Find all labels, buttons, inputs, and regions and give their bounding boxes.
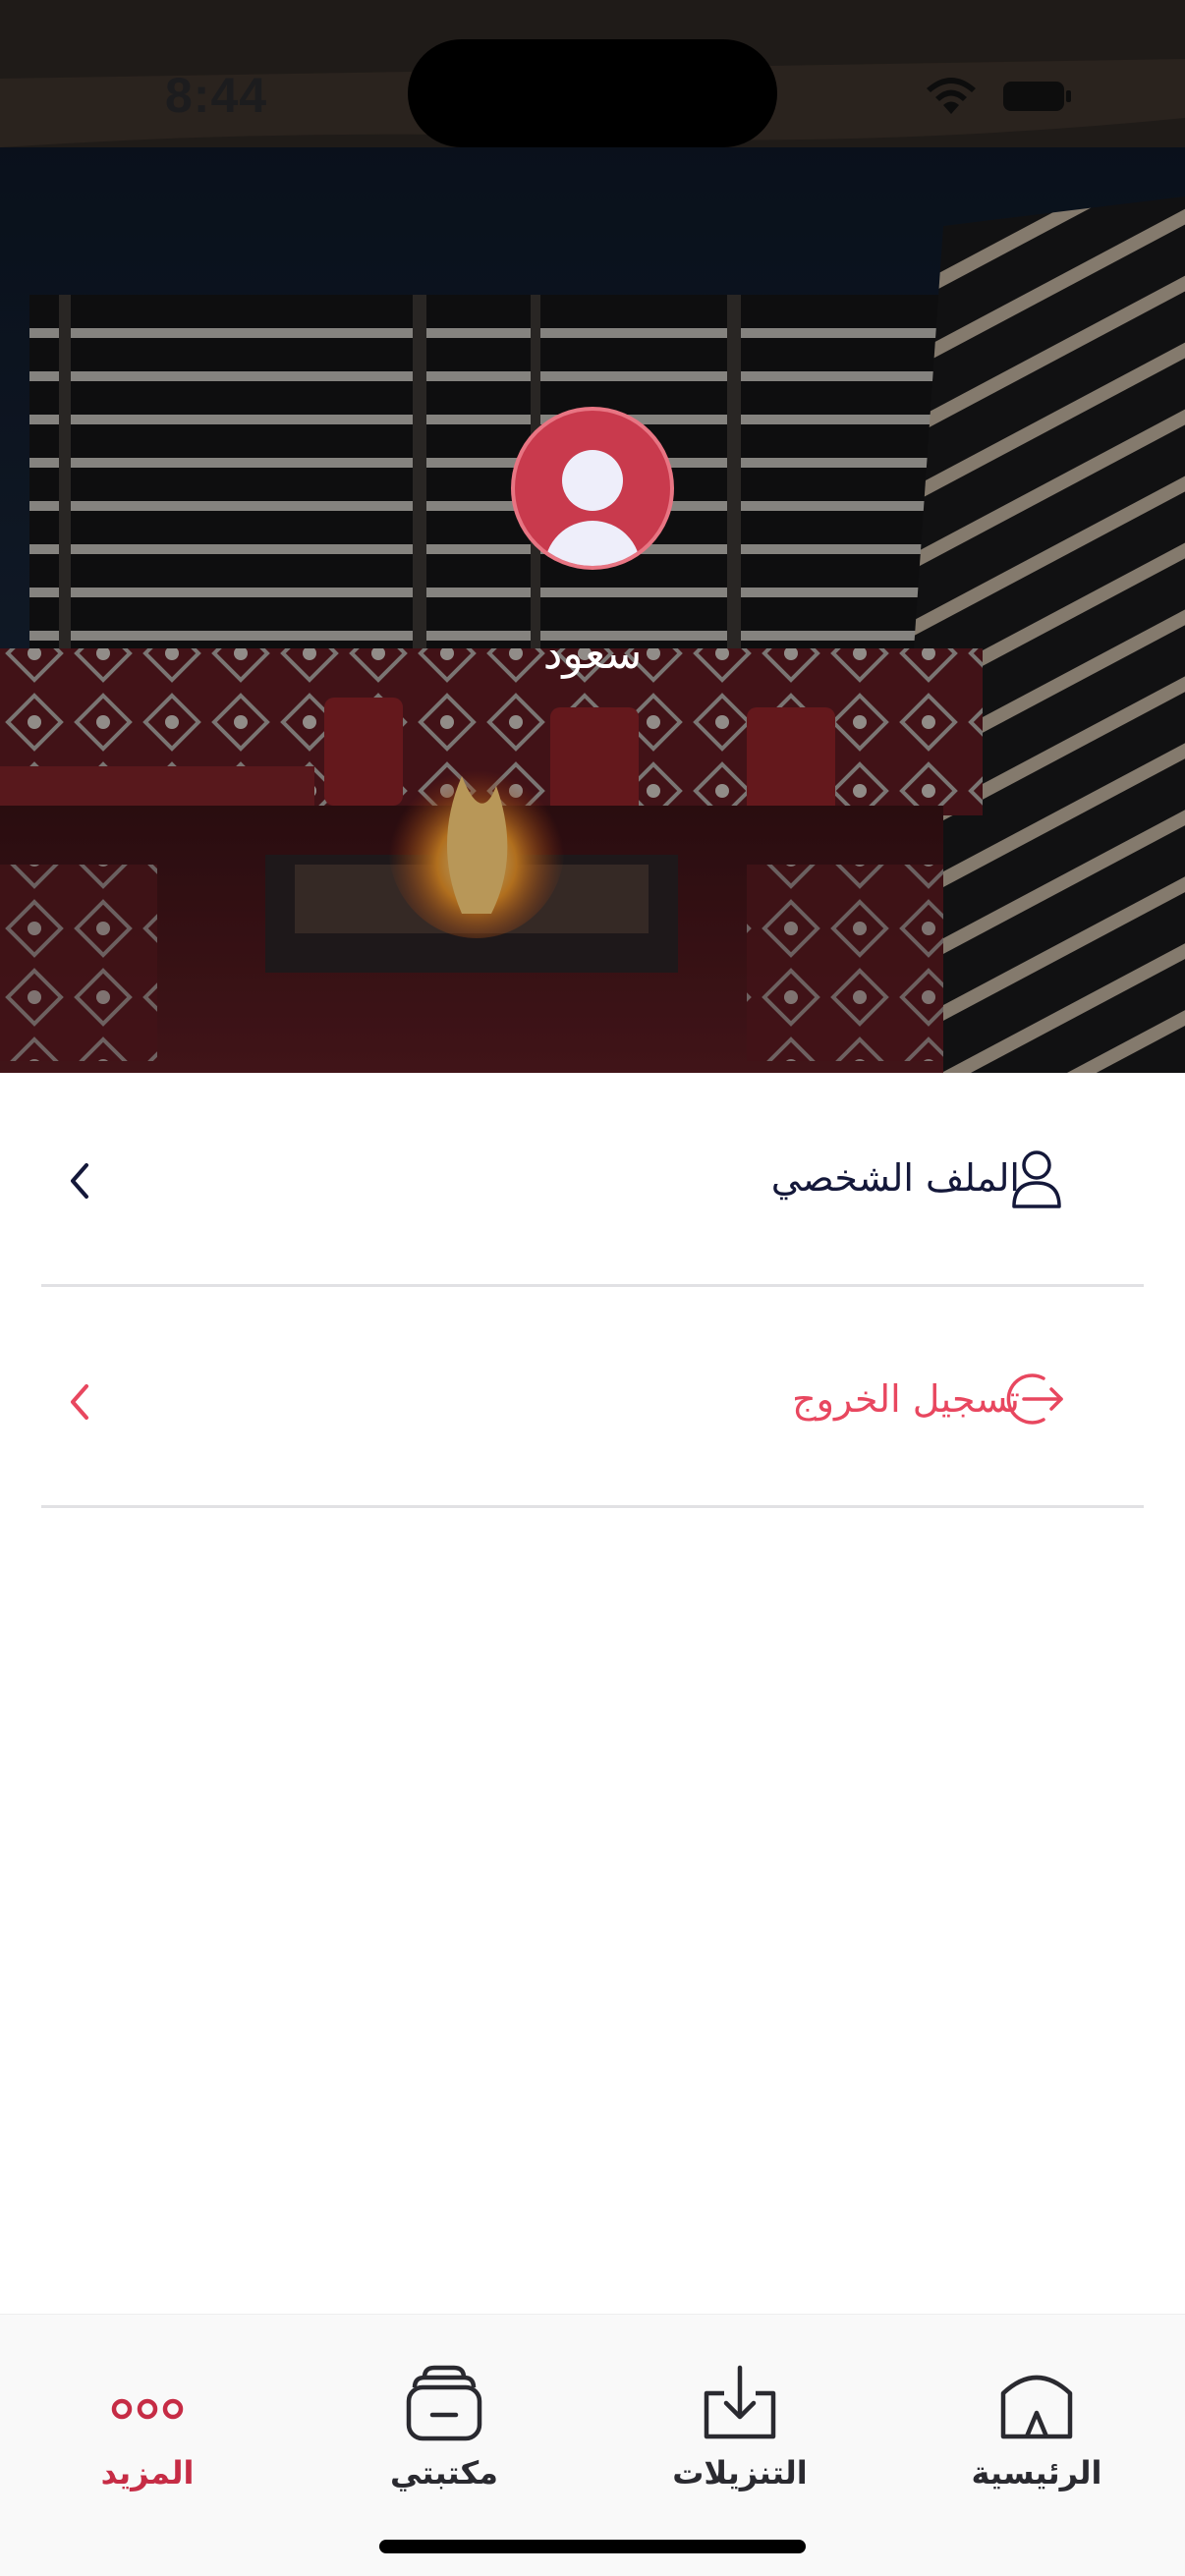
user-name: سعود: [542, 629, 643, 679]
status-bar: 8:44: [0, 0, 1185, 147]
tab-label: التنزيلات: [672, 2454, 808, 2492]
download-tray-icon: [704, 2365, 776, 2439]
tab-more[interactable]: المزيد: [39, 2364, 255, 2511]
chevron-left-icon: [71, 1163, 88, 1199]
menu-item-logout[interactable]: تسجيل الخروج: [41, 1288, 1144, 1508]
tent-home-icon: [1000, 2375, 1073, 2439]
tab-downloads[interactable]: التنزيلات: [632, 2364, 848, 2511]
library-basket-icon: [406, 2365, 482, 2441]
battery-icon: [1003, 82, 1071, 111]
tab-label: مكتبتي: [390, 2454, 498, 2492]
wifi-icon: [927, 78, 976, 114]
avatar-shoulders: [544, 521, 641, 566]
chevron-left-icon: [71, 1384, 88, 1420]
menu-item-label: تسجيل الخروج: [792, 1377, 1020, 1421]
avatar-head: [562, 450, 623, 511]
menu-item-label: الملف الشخصي: [770, 1156, 1020, 1200]
bottom-tab-bar: الرئيسية التنزيلات مكتبتي المزيد: [0, 2314, 1185, 2576]
home-indicator[interactable]: [379, 2540, 806, 2553]
more-dots-icon: [111, 2398, 184, 2420]
tab-home[interactable]: الرئيسية: [929, 2364, 1145, 2511]
tab-library[interactable]: مكتبتي: [336, 2364, 552, 2511]
tab-label: الرئيسية: [971, 2454, 1102, 2492]
status-time: 8:44: [165, 68, 268, 123]
profile-header: 8:44 سعود: [0, 0, 1185, 1073]
menu-item-profile[interactable]: الملف الشخصي: [41, 1067, 1144, 1287]
avatar[interactable]: [511, 407, 674, 570]
dynamic-island: [408, 39, 777, 147]
tab-label: المزيد: [100, 2454, 195, 2492]
